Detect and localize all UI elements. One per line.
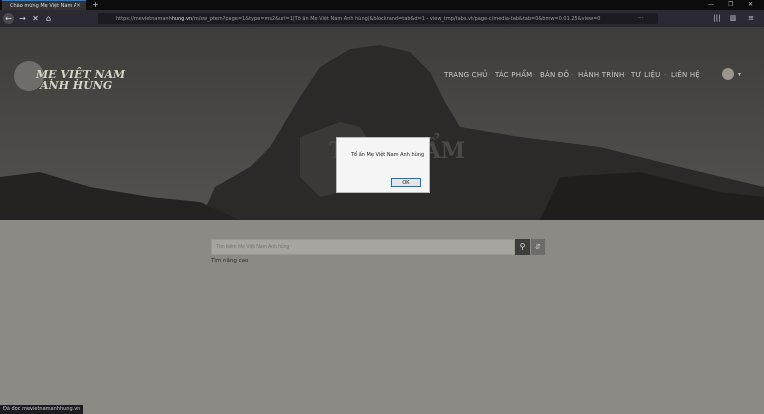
chevron-down-icon[interactable]: ▾ — [738, 71, 741, 78]
search-button[interactable]: ⚲ — [515, 239, 530, 255]
language-globe-icon[interactable] — [722, 68, 734, 80]
nav-separator: · — [488, 71, 491, 79]
url-bar[interactable]: https://mevietnamanhhung.vn/m/sw_ptem?pa… — [98, 13, 658, 24]
nav-separator: · — [571, 71, 574, 79]
site-logo-text[interactable]: MẸ VIỆT NAM ANH HÙNG — [36, 69, 125, 91]
nav-separator: · — [533, 71, 536, 79]
filter-icon: ⇵ — [535, 243, 541, 251]
back-button[interactable]: ← — [3, 13, 14, 24]
window-maximize-button[interactable]: ❐ — [728, 0, 733, 10]
library-icon[interactable]: ||| — [712, 13, 722, 24]
nav-separator: · — [624, 71, 627, 79]
forward-button[interactable]: → — [17, 13, 28, 24]
nav-home[interactable]: TRANG CHỦ — [444, 71, 488, 79]
ok-button[interactable]: OK — [391, 178, 421, 187]
url-text: https://mevietnamanhhung.vn/m/sw_ptem?pa… — [116, 15, 601, 22]
advanced-search-link[interactable]: Tìm nâng cao — [211, 258, 248, 264]
dialog-message: Tổ ấn Mẹ Việt Nam Anh hùng — [351, 152, 425, 158]
browser-tab[interactable]: Chào mừng Mẹ Việt Nam Anh × — [2, 0, 86, 10]
tab-close-icon[interactable]: × — [76, 2, 81, 9]
alert-dialog: Tổ ấn Mẹ Việt Nam Anh hùng OK — [336, 137, 430, 193]
nav-journey[interactable]: HÀNH TRÌNH — [578, 71, 624, 79]
browser-navbar: ← → ✕ ⌂ https://mevietnamanhhung.vn/m/sw… — [0, 10, 764, 27]
status-bar: Đã đọc mevietnamanhhung.vn — [0, 405, 84, 414]
nav-contact[interactable]: LIÊN HỆ — [671, 71, 700, 79]
new-tab-button[interactable]: + — [92, 0, 99, 10]
search-icon: ⚲ — [519, 242, 526, 251]
filter-button[interactable]: ⇵ — [531, 239, 545, 255]
nav-map[interactable]: BẢN ĐỒ — [540, 71, 569, 79]
search-input[interactable] — [211, 239, 515, 255]
page-actions-icon[interactable]: ··· — [638, 15, 644, 22]
nav-works[interactable]: TÁC PHẨM — [495, 71, 532, 79]
nav-documents[interactable]: TƯ LIỆU — [631, 71, 660, 79]
hamburger-menu-icon[interactable]: ≡ — [746, 13, 756, 24]
window-minimize-button[interactable]: — — [708, 0, 714, 10]
stop-button[interactable]: ✕ — [30, 13, 41, 24]
nav-separator: · — [664, 71, 667, 79]
home-button[interactable]: ⌂ — [43, 13, 54, 24]
tab-bar: Chào mừng Mẹ Việt Nam Anh × + — ❐ ✕ — [0, 0, 764, 10]
window-close-button[interactable]: ✕ — [748, 0, 753, 10]
sidebar-icon[interactable]: ▥ — [728, 13, 738, 24]
tab-title: Chào mừng Mẹ Việt Nam Anh — [10, 2, 76, 9]
